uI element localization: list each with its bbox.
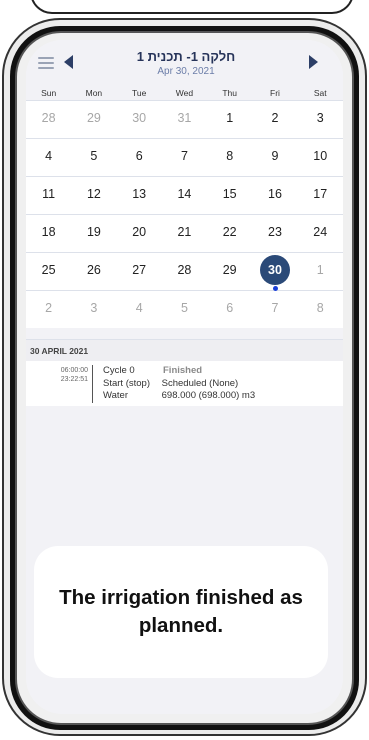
calendar-day[interactable]: 28 — [26, 101, 71, 138]
calendar-week-row: 28 29 30 31 1 2 3 — [26, 100, 343, 138]
next-arrow-icon[interactable] — [309, 55, 318, 69]
calendar-day[interactable]: 8 — [207, 139, 252, 176]
calendar-week-row: 11 12 13 14 15 16 17 — [26, 176, 343, 214]
calendar-day[interactable]: 22 — [207, 215, 252, 252]
app-header: חלקה 1- תכנית 1 Apr 30, 2021 — [26, 40, 343, 86]
calendar-day[interactable]: 4 — [117, 291, 162, 328]
page-subtitle-date: Apr 30, 2021 — [157, 66, 215, 77]
calendar-day[interactable]: 24 — [298, 215, 343, 252]
hamburger-menu-icon[interactable] — [38, 57, 54, 69]
calendar-day[interactable]: 9 — [252, 139, 297, 176]
event-times: 06:00:00 23:22:51 — [26, 366, 88, 384]
event-start-label: Start (stop) — [103, 377, 150, 389]
calendar-day[interactable]: 6 — [207, 291, 252, 328]
calendar-week-row: 18 19 20 21 22 23 24 — [26, 214, 343, 252]
event-cycle-label: Cycle 0 — [103, 365, 135, 376]
app-screen: חלקה 1- תכנית 1 Apr 30, 2021 Sun Mon Tue… — [26, 40, 343, 714]
calendar-day[interactable]: 15 — [207, 177, 252, 214]
weekday-label: Thu — [222, 88, 238, 98]
calendar-day[interactable]: 28 — [162, 253, 207, 290]
event-cycle-row: Cycle 0 Finished — [103, 365, 255, 378]
calendar-day[interactable]: 13 — [117, 177, 162, 214]
event-divider — [92, 365, 93, 403]
calendar-day[interactable]: 12 — [71, 177, 116, 214]
weekday-label: Sun — [41, 88, 57, 98]
calendar-day[interactable]: 17 — [298, 177, 343, 214]
calendar-day[interactable]: 25 — [26, 253, 71, 290]
event-details: Cycle 0 Finished Start (stop) Scheduled (… — [103, 365, 255, 403]
calendar-day[interactable]: 2 — [26, 291, 71, 328]
event-start-time: 06:00:00 — [60, 367, 88, 374]
calendar-day[interactable]: 2 — [252, 101, 297, 138]
info-callout: The irrigation finished as planned. — [34, 546, 328, 678]
calendar-day[interactable]: 5 — [162, 291, 207, 328]
selected-day-number: 30 — [268, 263, 282, 277]
calendar-day[interactable]: 20 — [117, 215, 162, 252]
calendar-day[interactable]: 16 — [252, 177, 297, 214]
calendar-day[interactable]: 3 — [298, 101, 343, 138]
calendar-day[interactable]: 4 — [26, 139, 71, 176]
calendar-day[interactable]: 14 — [162, 177, 207, 214]
calendar-day[interactable]: 7 — [162, 139, 207, 176]
calendar-day[interactable]: 31 — [162, 101, 207, 138]
calendar-day[interactable]: 26 — [71, 253, 116, 290]
calendar-day[interactable]: 7 — [252, 291, 297, 328]
agenda-section-header: 30 APRIL 2021 — [26, 339, 343, 361]
calendar-day[interactable]: 3 — [71, 291, 116, 328]
calendar-week-row: 2 3 4 5 6 7 8 — [26, 290, 343, 328]
weekday-label: Tue — [131, 88, 147, 98]
calendar-day[interactable]: 19 — [71, 215, 116, 252]
event-start-row: Start (stop) Scheduled (None) — [103, 378, 255, 391]
event-end-time: 23:22:51 — [60, 376, 88, 383]
calendar-day[interactable]: 8 — [298, 291, 343, 328]
calendar-day[interactable]: 29 — [71, 101, 116, 138]
weekday-label: Sat — [313, 88, 327, 98]
month-calendar: Sun Mon Tue Wed Thu Fri Sat 28 29 30 31 … — [26, 86, 343, 328]
calendar-day[interactable]: 18 — [26, 215, 71, 252]
weekday-header-row: Sun Mon Tue Wed Thu Fri Sat — [26, 86, 343, 100]
calendar-day-selected[interactable]: 30 — [252, 253, 297, 291]
event-water-label: Water — [103, 390, 128, 401]
calendar-day[interactable]: 21 — [162, 215, 207, 252]
previous-arrow-icon[interactable] — [64, 55, 73, 69]
weekday-label: Wed — [175, 88, 194, 98]
event-status: Finished — [163, 365, 203, 376]
calendar-day[interactable]: 27 — [117, 253, 162, 290]
phone-top-edge — [30, 0, 354, 14]
calendar-day[interactable]: 1 — [207, 101, 252, 138]
calendar-day[interactable]: 11 — [26, 177, 71, 214]
calendar-day[interactable]: 6 — [117, 139, 162, 176]
event-water-row: Water 698.000 (698.000) m3 — [103, 390, 255, 403]
calendar-day[interactable]: 10 — [298, 139, 343, 176]
event-water-value: 698.000 (698.000) m3 — [161, 390, 256, 401]
calendar-day[interactable]: 23 — [252, 215, 297, 252]
event-start-value: Scheduled (None) — [161, 377, 239, 389]
calendar-day[interactable]: 1 — [298, 253, 343, 290]
agenda-event-item[interactable]: 06:00:00 23:22:51 Cycle 0 Finished Start … — [26, 361, 343, 406]
calendar-week-row: 4 5 6 7 8 9 10 — [26, 138, 343, 176]
calendar-week-row: 25 26 27 28 29 30 1 — [26, 252, 343, 291]
calendar-day[interactable]: 30 — [117, 101, 162, 138]
weekday-label: Fri — [270, 88, 280, 98]
page-title: חלקה 1- תכנית 1 — [136, 49, 236, 64]
weekday-label: Mon — [85, 88, 103, 98]
calendar-day[interactable]: 5 — [71, 139, 116, 176]
callout-text: The irrigation finished as planned. — [59, 586, 303, 637]
calendar-day[interactable]: 29 — [207, 253, 252, 290]
